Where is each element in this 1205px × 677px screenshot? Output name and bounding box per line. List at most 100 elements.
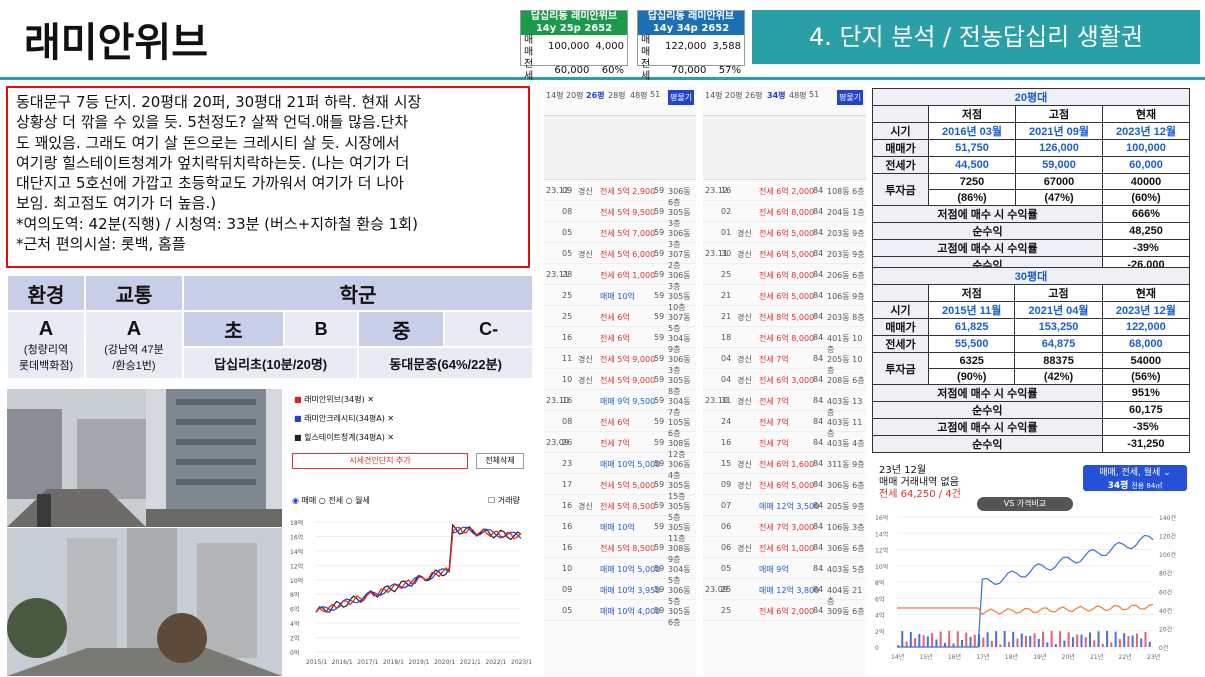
volume-bar	[1003, 631, 1006, 647]
volume-bar	[999, 644, 1002, 647]
cell: 전세 6억 2,000	[759, 607, 815, 616]
table-row[interactable]: 06 전세 7억 3,000 84 106동 3층	[703, 516, 866, 537]
table-row[interactable]: 23.10 16 매매 9억 9,500 59 304동 7층	[544, 390, 696, 417]
cell: 106동 3층	[827, 523, 865, 532]
volume-bar	[1063, 640, 1066, 647]
listing-filter	[544, 116, 696, 180]
cell: 전세 6억 5,000	[759, 229, 815, 238]
legend-item-2[interactable]: ■ 래미안크레시티(34평A) ✕	[294, 409, 394, 428]
legend-item-3[interactable]: ■ 힐스테이트청계(34평A) ✕	[294, 428, 394, 447]
table-row[interactable]: 23.12 09 경신 전세 5억 2,900 59 306동 6층	[544, 180, 696, 207]
table-row[interactable]: 18 전세 6억 8,000 84 401동 10층	[703, 327, 866, 354]
table-row[interactable]: 10 경신 전세 5억 9,000 59 305동 8층	[544, 369, 696, 396]
cell: 24	[721, 417, 732, 426]
price-trend-chart: 18억 16억 14억 12억 10억 8억 6억 4억 2억 0억 2015/1 2016/1 201…	[290, 519, 532, 666]
table-row[interactable]: 04 경신 전세 6억 3,000 84 208동 6층	[703, 369, 866, 390]
table-row[interactable]: 11 경신 전세 5억 9,000 59 306동 3층	[544, 348, 696, 375]
x-tick-label: 14년	[891, 653, 904, 661]
table-row[interactable]: 24 전세 7억 84 403동 11층	[703, 411, 866, 438]
trade-history-panel: 23년 12월 매매 거래내역 없음 전세 64,250 / 4건 매매, 전세, …	[873, 459, 1191, 671]
table-row[interactable]: 08 전세 6억 59 105동 6층	[544, 411, 696, 438]
table-row[interactable]: 17 전세 5억 5,000 59 305동 15층	[544, 474, 696, 501]
x-tick-label: 18년	[1005, 653, 1018, 661]
table-row[interactable]: 16 경신 전세 5억 8,500 59 305동 5층	[544, 495, 696, 522]
size-tabs[interactable]: 14평 20평 26평 28평 48평 51 평물기	[544, 86, 696, 116]
cell: 08	[562, 417, 573, 426]
cell: 10	[562, 564, 573, 573]
cell: 전세 5억 9,500	[600, 208, 656, 217]
cell: 전세 6억	[600, 334, 630, 343]
add-complex-button[interactable]: 시세견인단지 추가	[292, 453, 468, 469]
cell: 전세 6억 5,000	[759, 250, 815, 259]
cell: 311동 9층	[827, 460, 865, 469]
table-row[interactable]: 05 매매 10억 4,000 59 305동 6층	[544, 600, 696, 627]
cell: 84	[813, 354, 824, 363]
deal-type-dropdown[interactable]: 매매, 전세, 월세 ⌄ 34평 전용 84㎡	[1083, 465, 1187, 491]
table-row[interactable]: 04 경신 전세 7억 84 205동 10층	[703, 348, 866, 375]
vs-compare-button[interactable]: VS 가격비교	[977, 497, 1073, 511]
table-row[interactable]: 16 전세 7억 84 403동 4층	[703, 432, 866, 453]
table-row[interactable]: 25 매매 10억 59 305동 10층	[544, 285, 696, 312]
cell: 203동 9층	[827, 229, 865, 238]
table-row[interactable]: 10 매매 10억 5,000 59 304동 5층	[544, 558, 696, 585]
table-row[interactable]: 09 매매 10억 3,950 59 306동 5층	[544, 579, 696, 606]
table-row[interactable]: 06 경신 전세 6억 1,000 84 306동 6층	[703, 537, 866, 558]
clear-all-button[interactable]: 전체삭제	[476, 453, 524, 469]
volume-bar	[909, 632, 912, 647]
deal-type-radios[interactable]: ◉ 매매 ○ 전세 ○ 월세	[292, 495, 370, 506]
table-row[interactable]: 15 경신 전세 6억 1,600 84 311동 9층	[703, 453, 866, 474]
size-fold-button[interactable]: 평물기	[837, 90, 864, 105]
volume-checkbox[interactable]: ☐ 거래량	[488, 495, 520, 506]
env-header: 환경	[6, 274, 86, 312]
table-row[interactable]: 25 전세 6억 2,000 84 309동 6층	[703, 600, 866, 621]
table-row[interactable]: 25 전세 6억 59 307동 5층	[544, 306, 696, 333]
table-row[interactable]: 08 전세 5억 9,500 59 305동 3층	[544, 201, 696, 228]
table-row[interactable]: 16 전세 6억 59 304동 9층	[544, 327, 696, 354]
size-tabs[interactable]: 14평 20평 26평 34평 48평 51 평물기	[703, 86, 866, 116]
table-row[interactable]: 23 매매 10억 5,000 59 306동 4층	[544, 453, 696, 480]
cell: 04	[721, 354, 732, 363]
cell: 경신	[737, 355, 752, 364]
cell: 매매 9억	[759, 565, 789, 574]
volume-bar	[1007, 641, 1010, 647]
y-tick-label: 10억	[290, 577, 303, 585]
volume-bar	[995, 631, 998, 647]
cell: 59	[654, 354, 665, 363]
table-row[interactable]: 25 전세 6억 8,000 84 206동 6층	[703, 264, 866, 285]
volume-bar	[1135, 633, 1138, 647]
legend-item-1[interactable]: ■ 래미안위브(34평) ✕	[294, 390, 394, 409]
cell: 전세 5억 9,000	[600, 355, 656, 364]
table-row[interactable]: 05 매매 9억 84 403동 5층	[703, 558, 866, 579]
table-row[interactable]: 23.11 30 경신 전세 6억 5,000 84 203동 9층	[703, 243, 866, 264]
size-fold-button[interactable]: 평물기	[668, 90, 695, 105]
table-row[interactable]: 09 경신 전세 6억 5,000 84 306동 6층	[703, 474, 866, 495]
table-row[interactable]: 23.10 31 경신 전세 7억 84 403동 13층	[703, 390, 866, 417]
street-photo-3	[7, 528, 282, 676]
y2-tick-label: 120건	[1159, 533, 1176, 541]
cell: 05	[562, 228, 573, 237]
table-row[interactable]: 16 전세 5억 8,500 59 308동 9층	[544, 537, 696, 564]
table-row[interactable]: 23.11 28 전세 6억 1,000 59 306동 3층	[544, 264, 696, 291]
cell: 59	[654, 459, 665, 468]
y-tick-label: 0	[875, 645, 879, 652]
table-row[interactable]: 23.12 16 전세 6억 2,000 84 108동 6층	[703, 180, 866, 201]
cell: 전세 5억 8,500	[600, 544, 656, 553]
table-row[interactable]: 07 매매 12억 3,500 84 205동 9층	[703, 495, 866, 516]
table-row[interactable]: 05 전세 5억 7,000 59 306동 3층	[544, 222, 696, 249]
table-row[interactable]: 21 전세 6억 5,000 84 106동 9층	[703, 285, 866, 306]
table-row[interactable]: 02 전세 6억 8,000 84 204동 1층	[703, 201, 866, 222]
table-row[interactable]: 01 경신 전세 6억 5,000 84 203동 9층	[703, 222, 866, 243]
cell: 매매 12억 3,500	[759, 502, 820, 511]
y-tick-label: 8억	[290, 591, 299, 599]
x-tick-label: 2020/1	[434, 659, 455, 666]
y-tick-label: 14억	[875, 530, 888, 538]
series-jeonse	[897, 603, 1154, 616]
table-row[interactable]: 23.09 26 전세 7억 59 308동 12층	[544, 432, 696, 459]
table-row[interactable]: 21 경신 전세 8억 5,000 84 203동 8층	[703, 306, 866, 327]
table-row[interactable]: 05 경신 전세 5억 6,000 59 307동 2층	[544, 243, 696, 270]
table-row[interactable]: 16 매매 10억 59 305동 11층	[544, 516, 696, 543]
table-row[interactable]: 23.09 25 매매 12억 3,800 84 404동 21층	[703, 579, 866, 606]
analysis-note: 동대문구 7등 단지. 20평대 20퍼, 30평대 21퍼 하락. 현재 시장…	[6, 86, 530, 268]
cell: 16	[562, 333, 573, 342]
x-tick-label: 2016/1	[332, 659, 353, 666]
